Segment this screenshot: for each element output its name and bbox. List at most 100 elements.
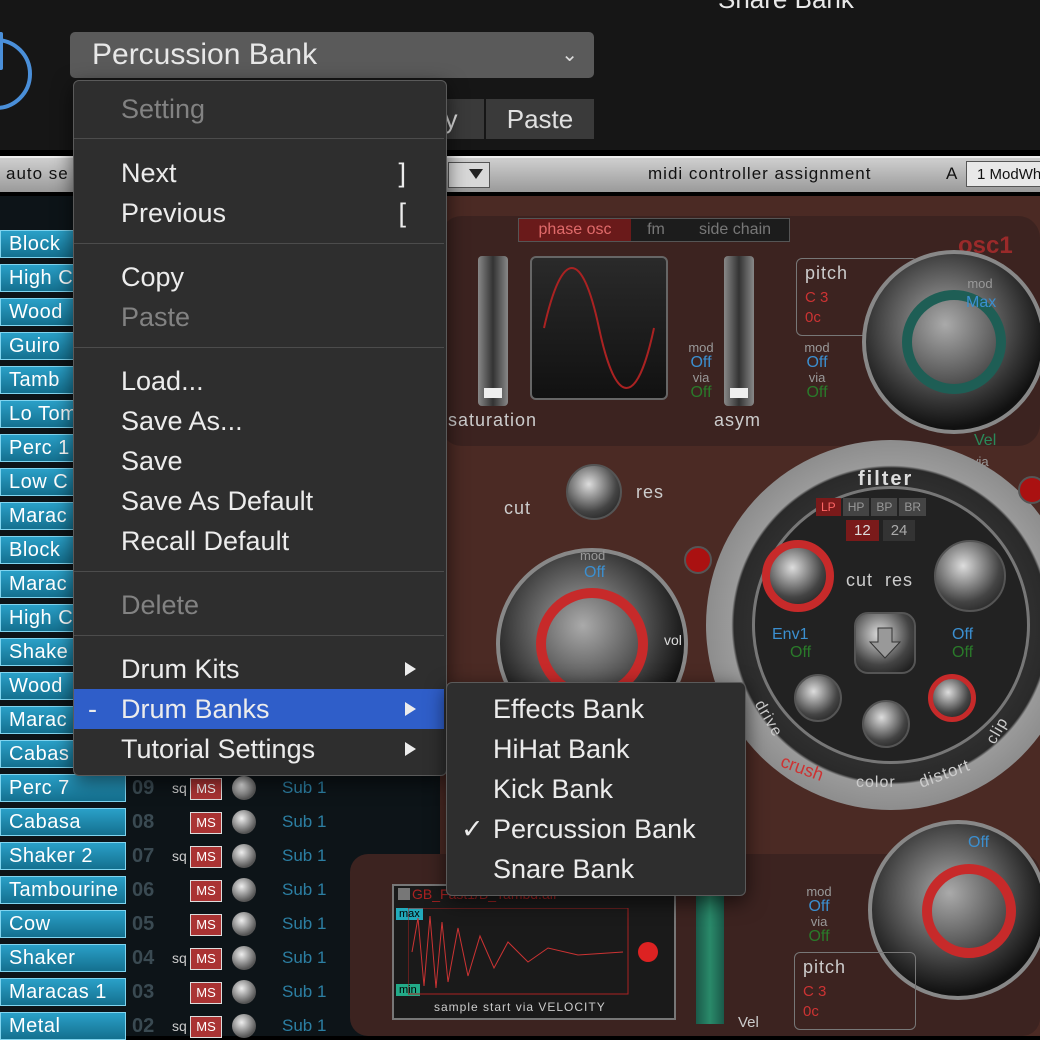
pad-mute-solo-button[interactable]: MS: [190, 846, 222, 868]
menu-item-save[interactable]: Save: [74, 441, 444, 481]
menu-item-load[interactable]: Load...: [74, 361, 444, 401]
menu-item-previous[interactable]: Previous [: [74, 193, 444, 233]
pad-name-field[interactable]: Cabasa: [0, 808, 126, 836]
pad-pan-knob[interactable]: [232, 1014, 256, 1038]
pad-output-select[interactable]: Sub 1: [282, 842, 326, 870]
mod-value[interactable]: Off: [684, 355, 718, 371]
filter-hp-button[interactable]: HP: [842, 498, 870, 516]
distort-knob[interactable]: [928, 674, 976, 722]
pad-mute-solo-button[interactable]: MS: [190, 914, 222, 936]
submenu-item-percussion-bank[interactable]: ✓ Percussion Bank: [447, 809, 743, 849]
pad-output-select[interactable]: Sub 1: [282, 944, 326, 972]
slope-12-button[interactable]: 12: [846, 520, 879, 541]
submenu-item-effects-bank[interactable]: Effects Bank: [447, 689, 743, 729]
preset-selector[interactable]: Percussion Bank ⌄: [70, 32, 594, 78]
menu-item-save-as-default[interactable]: Save As Default: [74, 481, 444, 521]
filter-res-knob[interactable]: [934, 540, 1006, 612]
pad-name-field[interactable]: Tambourine: [0, 876, 126, 904]
via-value[interactable]: Off: [684, 385, 718, 401]
arrow-right-icon[interactable]: [684, 546, 712, 574]
submenu-item-kick-bank[interactable]: Kick Bank: [447, 769, 743, 809]
pad-number: 09: [132, 777, 155, 799]
pitch-note[interactable]: C 3: [805, 289, 828, 306]
pad-pan-knob[interactable]: [232, 776, 256, 800]
pad-output-select[interactable]: Sub 1: [282, 910, 326, 938]
menu-item-next[interactable]: Next]: [74, 153, 444, 193]
filter-bp-button[interactable]: BP: [871, 498, 898, 516]
pitch-cents[interactable]: 0c: [803, 1003, 819, 1020]
asym-slider[interactable]: [724, 256, 754, 406]
menu-item-tutorial-settings[interactable]: Tutorial Settings: [74, 729, 444, 769]
cut-via-value[interactable]: Off: [790, 644, 811, 662]
menu-item-copy[interactable]: Copy: [74, 257, 444, 297]
osc1-vel-value[interactable]: Vel: [974, 432, 996, 450]
pad-name-field[interactable]: Perc 7: [0, 774, 126, 802]
pad-pan-knob[interactable]: [232, 980, 256, 1004]
osc2-ring: [922, 864, 1016, 958]
filter-br-button[interactable]: BR: [899, 498, 927, 516]
pad-mute-solo-button[interactable]: MS: [190, 880, 222, 902]
tab-side-chain[interactable]: side chain: [681, 219, 789, 241]
res-label: res: [636, 482, 665, 502]
mod-value[interactable]: Off: [804, 899, 834, 915]
pad-pan-knob[interactable]: [232, 878, 256, 902]
color-knob[interactable]: [862, 700, 910, 748]
tab-fm[interactable]: fm: [631, 219, 681, 241]
pad-pan-knob[interactable]: [232, 844, 256, 868]
sample-display: GB_Fast1/B_Tambd.aif max min sample star…: [392, 884, 676, 1020]
osc1-max-value[interactable]: Max: [966, 294, 996, 312]
menu-item-drum-banks[interactable]: - Drum Banks: [74, 689, 444, 729]
paste-button[interactable]: Paste: [486, 99, 594, 139]
pad-output-select[interactable]: Sub 1: [282, 808, 326, 836]
osc2-mod-value[interactable]: Off: [968, 834, 989, 852]
env1-value[interactable]: Env1: [772, 626, 808, 644]
res-via-value[interactable]: Off: [952, 644, 973, 662]
info-icon[interactable]: [1018, 476, 1040, 504]
pitch-label: pitch: [805, 263, 849, 283]
submenu-item-snare-bank[interactable]: Snare Bank: [447, 849, 743, 889]
vol-mod-value[interactable]: Off: [584, 564, 605, 582]
pad-pan-knob[interactable]: [232, 810, 256, 834]
pad-mute-solo-button[interactable]: MS: [190, 948, 222, 970]
pad-mute-solo-button[interactable]: MS: [190, 812, 222, 834]
pad-output-select[interactable]: Sub 1: [282, 876, 326, 904]
submenu-item-hihat-bank[interactable]: HiHat Bank: [447, 729, 743, 769]
pad-output-select[interactable]: Sub 1: [282, 774, 326, 802]
res-mod-value[interactable]: Off: [952, 626, 973, 644]
pad-pan-knob[interactable]: [232, 912, 256, 936]
menu-item-recall-default[interactable]: Recall Default: [74, 521, 444, 561]
pad-mute-solo-button[interactable]: MS: [190, 778, 222, 800]
pitch-cents[interactable]: 0c: [805, 309, 821, 326]
pad-mute-solo-button[interactable]: MS: [190, 982, 222, 1004]
res-knob[interactable]: [566, 464, 622, 520]
saturation-slider[interactable]: [478, 256, 508, 406]
pitch-note[interactable]: C 3: [803, 983, 826, 1000]
slope-24-button[interactable]: 24: [882, 520, 916, 541]
sample-menu-icon[interactable]: [398, 888, 410, 900]
pad-output-select[interactable]: Sub 1: [282, 978, 326, 1006]
auto-select-label: auto se: [6, 164, 69, 183]
auto-select-dropdown[interactable]: [448, 162, 490, 188]
pad-name-field[interactable]: Maracas 1: [0, 978, 126, 1006]
menu-item-label: Paste: [121, 302, 191, 332]
tab-phase-osc[interactable]: phase osc: [519, 219, 631, 241]
midi-controller-select[interactable]: 1 ModWh: [966, 161, 1040, 187]
via-label: via: [692, 370, 710, 385]
pad-name-field[interactable]: Shaker: [0, 944, 126, 972]
menu-item-drum-kits[interactable]: Drum Kits: [74, 649, 444, 689]
mod-value[interactable]: Off: [800, 355, 834, 371]
filter-cut-knob[interactable]: [762, 540, 834, 612]
pad-pan-knob[interactable]: [232, 946, 256, 970]
pad-mute-solo-button[interactable]: MS: [190, 1016, 222, 1038]
via-value[interactable]: Off: [804, 929, 834, 945]
pad-name-field[interactable]: Cow: [0, 910, 126, 938]
filter-arrow-button[interactable]: [854, 612, 916, 674]
drive-knob[interactable]: [794, 674, 842, 722]
filter-lp-button[interactable]: LP: [816, 498, 841, 516]
pad-name-field[interactable]: Shaker 2: [0, 842, 126, 870]
sample-slider[interactable]: [696, 894, 724, 1024]
color-label: color: [856, 774, 896, 791]
menu-item-save-as[interactable]: Save As...: [74, 401, 444, 441]
via-value[interactable]: Off: [800, 385, 834, 401]
play-icon[interactable]: [638, 942, 658, 962]
